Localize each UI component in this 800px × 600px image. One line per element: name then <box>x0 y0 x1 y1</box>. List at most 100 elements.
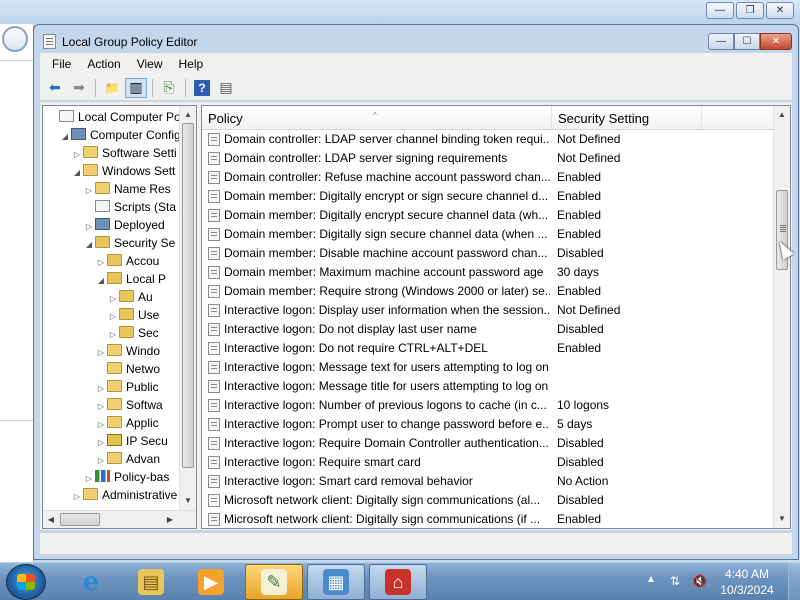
expand-arrow-icon[interactable]: ▷ <box>71 488 83 504</box>
background-restore-button[interactable]: ❐ <box>736 2 764 19</box>
internet-explorer-icon[interactable]: e <box>62 564 120 600</box>
policy-name: Domain member: Digitally encrypt or sign… <box>224 189 549 203</box>
tree-item[interactable]: ▷ Public <box>95 378 159 396</box>
tree-item[interactable]: ▷ Policy-bas <box>83 468 169 486</box>
tree-item[interactable]: ▷ Deployed <box>83 216 165 234</box>
tree-horizontal-scrollbar[interactable]: ◀ ▶ <box>43 510 196 528</box>
maximize-button[interactable]: ☐ <box>734 33 760 50</box>
column-header-security-setting[interactable]: Security Setting <box>552 106 702 130</box>
column-policy-label: Policy <box>208 111 243 126</box>
list-row[interactable]: Interactive logon: Number of previous lo… <box>202 396 774 415</box>
list-row[interactable]: Domain member: Maximum machine account p… <box>202 263 774 282</box>
tree-vertical-scrollbar[interactable]: ▲ ▼ <box>179 106 196 510</box>
tree-item[interactable]: ▷ Administrative <box>71 486 177 504</box>
tree-item[interactable]: ▷ Name Res <box>83 180 171 198</box>
tree-item[interactable]: Netwo <box>95 360 160 378</box>
tree-item[interactable]: ▷ IP Secu <box>95 432 168 450</box>
list-row[interactable]: Interactive logon: Smart card removal be… <box>202 472 774 491</box>
tree-item[interactable]: Scripts (Sta <box>83 198 176 216</box>
list-row[interactable]: Domain member: Require strong (Windows 2… <box>202 282 774 301</box>
properties-icon[interactable]: ▤ <box>215 78 237 98</box>
tree-item[interactable]: ▷ Softwa <box>95 396 163 414</box>
list-row[interactable]: Interactive logon: Message title for use… <box>202 377 774 396</box>
tree-item[interactable]: ◢ Computer Config <box>59 126 181 144</box>
list-row[interactable]: Interactive logon: Display user informat… <box>202 301 774 320</box>
policy-name: Interactive logon: Number of previous lo… <box>224 398 547 412</box>
close-button[interactable]: ✕ <box>760 33 792 50</box>
tree-item[interactable]: ▷ Applic <box>95 414 159 432</box>
scroll-left-icon[interactable]: ◀ <box>43 511 59 528</box>
toolbox-icon[interactable]: ⌂ <box>369 564 427 600</box>
list-row[interactable]: Domain controller: LDAP server signing r… <box>202 149 774 168</box>
menu-file[interactable]: File <box>44 57 79 71</box>
help-icon[interactable]: ? <box>194 79 210 96</box>
tree-item[interactable]: ▷ Use <box>107 306 159 324</box>
menu-action[interactable]: Action <box>79 57 128 71</box>
list-row[interactable]: Domain controller: LDAP server channel b… <box>202 130 774 149</box>
export-list-icon[interactable]: ⎘ <box>158 78 180 98</box>
tree-item[interactable]: ▷ Windo <box>95 342 160 360</box>
scroll-up-icon[interactable]: ▲ <box>774 106 790 123</box>
show-hide-tree-icon[interactable]: ▥ <box>125 77 147 98</box>
list-row[interactable]: Domain member: Digitally encrypt secure … <box>202 206 774 225</box>
background-window-titlebar[interactable]: — ❐ ✕ <box>0 0 800 24</box>
taskbar: e ▤ ▶ ✎ ▦ ⌂ ▲ ⇅ 🔇 4:40 AM 10/3/2024 <box>0 562 800 600</box>
start-button[interactable] <box>6 564 46 600</box>
minimize-button[interactable]: — <box>708 33 734 50</box>
background-window-orb-icon[interactable] <box>2 26 28 52</box>
tree-item[interactable]: ▷ Au <box>107 288 153 306</box>
back-icon[interactable]: ⬅ <box>44 78 66 98</box>
tree-hscroll-thumb[interactable] <box>60 513 100 526</box>
show-desktop-button[interactable] <box>788 563 800 600</box>
collapse-arrow-icon[interactable]: ◢ <box>83 236 95 254</box>
collapse-arrow-icon[interactable]: ◢ <box>71 164 83 182</box>
list-row[interactable]: Interactive logon: Do not require CTRL+A… <box>202 339 774 358</box>
list-row[interactable]: Interactive logon: Prompt user to change… <box>202 415 774 434</box>
tree-item[interactable]: ▷ Advan <box>95 450 160 468</box>
tree-item[interactable]: ▷ Sec <box>107 324 159 342</box>
list-row[interactable]: Domain member: Digitally sign secure cha… <box>202 225 774 244</box>
tree-item[interactable]: ◢ Local P <box>95 270 166 288</box>
list-row[interactable]: Interactive logon: Message text for user… <box>202 358 774 377</box>
scroll-right-icon[interactable]: ▶ <box>162 511 178 528</box>
up-folder-icon[interactable]: 📁 <box>101 78 123 98</box>
list-row[interactable]: Interactive logon: Require smart card Dis… <box>202 453 774 472</box>
column-header-policy[interactable]: Policy ^ <box>202 106 552 130</box>
background-close-button[interactable]: ✕ <box>766 2 794 19</box>
tree-item[interactable]: ▷ Accou <box>95 252 159 270</box>
list-row[interactable]: Domain member: Digitally encrypt or sign… <box>202 187 774 206</box>
security-setting-value: Not Defined <box>557 151 621 165</box>
list-vertical-scrollbar[interactable]: ▲ ▼ <box>773 106 790 528</box>
windows-explorer-icon[interactable]: ▤ <box>122 564 180 600</box>
list-row[interactable]: Interactive logon: Require Domain Contro… <box>202 434 774 453</box>
list-row[interactable]: Domain member: Disable machine account p… <box>202 244 774 263</box>
network-icon[interactable]: ⇅ <box>668 574 682 588</box>
group-policy-editor-icon[interactable]: ✎ <box>245 564 303 600</box>
tree-item[interactable]: ◢ Security Se <box>83 234 175 252</box>
menu-view[interactable]: View <box>129 57 171 71</box>
collapse-arrow-icon[interactable]: ◢ <box>95 272 107 290</box>
list-row[interactable]: Interactive logon: Do not display last u… <box>202 320 774 339</box>
policy-setting-icon <box>208 304 220 317</box>
clock[interactable]: 4:40 AM 10/3/2024 <box>712 566 782 598</box>
tree-item-label: Accou <box>126 254 160 268</box>
scroll-down-icon[interactable]: ▼ <box>180 492 196 509</box>
background-minimize-button[interactable]: — <box>706 2 734 19</box>
volume-muted-icon[interactable]: 🔇 <box>692 574 707 588</box>
list-row[interactable]: Microsoft network client: Digitally sign… <box>202 510 774 528</box>
scroll-up-icon[interactable]: ▲ <box>180 106 196 123</box>
scroll-down-icon[interactable]: ▼ <box>774 510 790 527</box>
tree-item[interactable]: ▷ Software Setti <box>71 144 177 162</box>
tree-scroll-thumb[interactable] <box>182 123 194 468</box>
collapse-arrow-icon[interactable]: ◢ <box>59 128 71 146</box>
control-panel-icon[interactable]: ▦ <box>307 564 365 600</box>
menu-help[interactable]: Help <box>171 57 212 71</box>
window-titlebar[interactable]: Local Group Policy Editor — ☐ ✕ <box>34 25 798 53</box>
tree-item[interactable]: ◢ Windows Sett <box>71 162 175 180</box>
media-player-icon[interactable]: ▶ <box>182 564 240 600</box>
forward-icon[interactable]: ➡ <box>68 78 90 98</box>
show-hidden-icons-icon[interactable]: ▲ <box>646 574 656 585</box>
tree-item[interactable]: Local Computer Polic <box>47 108 181 126</box>
list-row[interactable]: Microsoft network client: Digitally sign… <box>202 491 774 510</box>
list-row[interactable]: Domain controller: Refuse machine accoun… <box>202 168 774 187</box>
